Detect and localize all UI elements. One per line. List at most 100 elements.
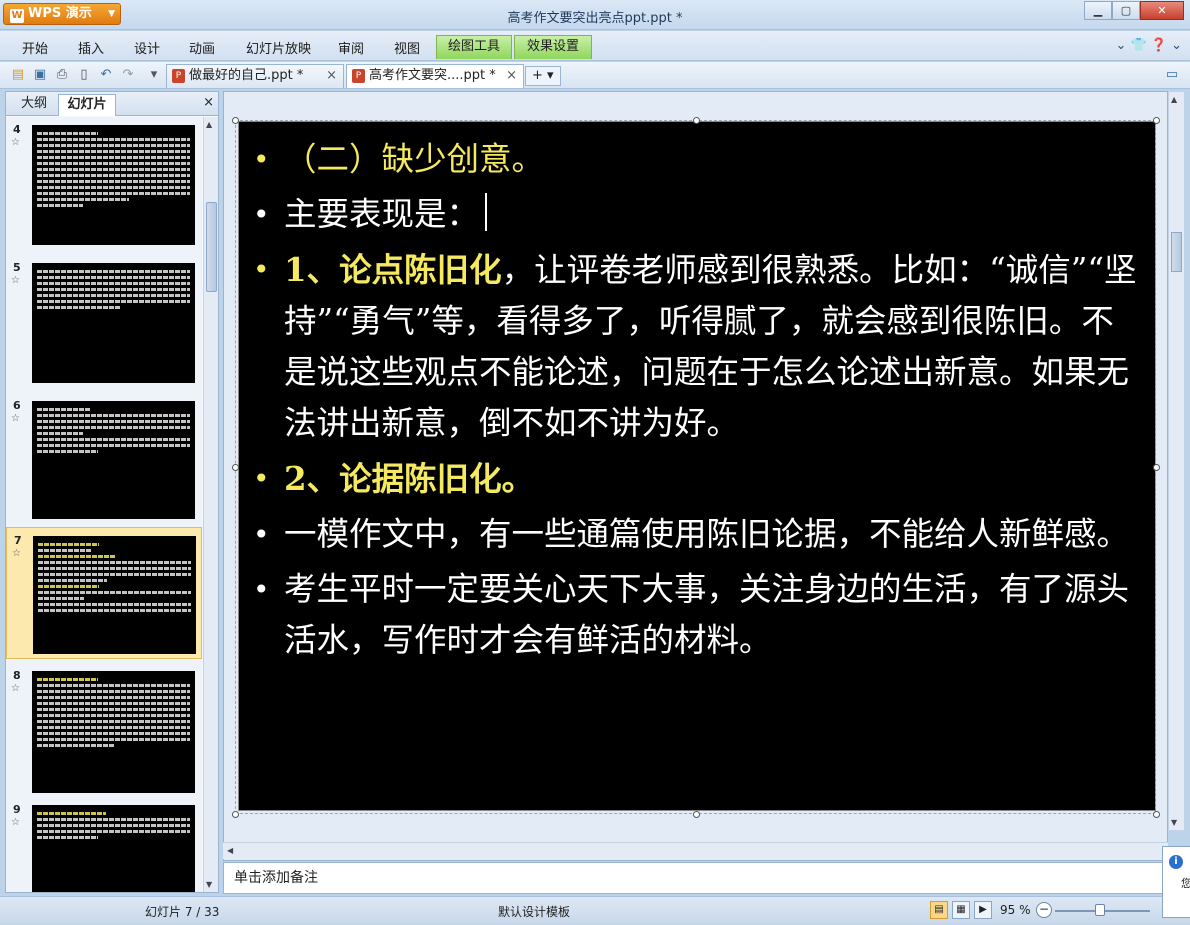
thumbnail-preview [32,125,195,245]
ppt-file-icon: P [172,69,185,83]
notes-field[interactable]: 单击添加备注 [223,862,1168,894]
tab-effect-settings[interactable]: 效果设置 [514,35,592,59]
slide-thumbnail[interactable]: 9 ☆ [6,797,202,892]
bullet-5: 一模作文中，有一些通篇使用陈旧论据，不能给人新鲜感。 [251,509,1141,560]
menu-slideshow[interactable]: 幻灯片放映 [246,38,311,57]
resize-handle[interactable] [1153,117,1160,124]
slide-number: 9 [13,803,21,816]
star-icon: ☆ [12,548,21,559]
scroll-up-icon[interactable]: ▲ [206,120,212,129]
bullet-2: 主要表现是： [251,189,1141,240]
window-controls: ▁ ▢ ✕ [1084,1,1184,20]
heading-text: （二）缺少创意。 [284,140,545,178]
doc-tab-2[interactable]: P 高考作文要突....ppt * × [346,64,524,88]
star-icon: ☆ [11,817,20,828]
slides-panel: 大纲 幻灯片 × 4 ☆ 5 ☆ 6 ☆ 7 ☆ 8 ☆ 9 ☆ ▲ ▼ [5,91,219,893]
resize-handle[interactable] [232,117,239,124]
print-preview-icon[interactable]: ▯ [76,67,92,83]
new-tab-button[interactable]: + ▾ [525,66,561,86]
tab-outline[interactable]: 大纲 [12,94,56,116]
thumbnail-preview [32,401,195,519]
close-tab-icon[interactable]: × [326,65,337,87]
doc-tab-2-label: 高考作文要突....ppt * [369,68,496,83]
slide-thumbnail[interactable]: 6 ☆ [6,393,202,523]
window-title: 高考作文要突出亮点ppt.ppt * [507,11,683,26]
close-icon[interactable]: × [203,95,214,110]
thumbnail-preview [32,805,195,892]
slide-text-box[interactable]: （二）缺少创意。 主要表现是： 1、论点陈旧化，让评卷老师感到很熟悉。比如：“诚… [251,134,1141,670]
tab-drawing-tools[interactable]: 绘图工具 [436,35,512,59]
customize-toolbar-icon[interactable]: ▾ [146,67,162,83]
star-icon: ☆ [11,137,20,148]
thumbnail-preview [32,671,195,793]
point-2-heading: 2、论据陈旧化。 [284,459,535,498]
notification-popup[interactable]: i 您 [1162,846,1190,918]
print-icon[interactable]: ⎙ [54,67,70,83]
thumbnail-scrollbar[interactable]: ▲ ▼ [203,117,218,892]
editor-vertical-scrollbar[interactable]: ▲ ▼ [1168,91,1185,831]
menu-review[interactable]: 审阅 [338,38,364,57]
slide-number: 4 [13,123,21,136]
slide-number: 7 [14,534,22,547]
scrollbar-thumb[interactable] [206,202,217,292]
design-template-name: 默认设计模板 [498,905,571,919]
menu-insert[interactable]: 插入 [78,38,104,57]
ppt-file-icon: P [352,69,365,83]
slideshow-play-icon[interactable]: ▶ [974,901,992,919]
star-icon: ☆ [11,275,20,286]
resize-handle[interactable] [1153,464,1160,471]
thumbnail-preview [32,263,195,383]
info-icon: i [1169,855,1183,869]
menu-view[interactable]: 视图 [394,38,420,57]
slide-sorter-icon[interactable]: ▦ [952,901,970,919]
menu-home[interactable]: 开始 [22,38,48,57]
slide-canvas[interactable]: （二）缺少创意。 主要表现是： 1、论点陈旧化，让评卷老师感到很熟悉。比如：“诚… [238,121,1156,811]
close-tab-icon[interactable]: × [506,65,517,87]
slide-editor: （二）缺少创意。 主要表现是： 1、论点陈旧化，让评卷老师感到很熟悉。比如：“诚… [223,91,1168,861]
open-folder-icon[interactable]: ▤ [10,67,26,83]
popup-text: 您 [1181,877,1190,890]
help-icons[interactable]: ⌄ 👕 ❓ ⌄ [1115,38,1182,53]
zoom-out-icon[interactable]: − [1036,902,1052,918]
tab-slides[interactable]: 幻灯片 [58,94,116,116]
point-2-body: 一模作文中，有一些通篇使用陈旧论据，不能给人新鲜感。 [284,515,1130,553]
editor-horizontal-scrollbar[interactable]: ◀ [223,842,1168,859]
close-window-button[interactable]: ✕ [1140,1,1184,20]
scroll-up-icon[interactable]: ▲ [1171,95,1177,104]
bullet-3: 1、论点陈旧化，让评卷老师感到很熟悉。比如：“诚信”“坚持”“勇气”等，看得多了… [251,244,1141,449]
slide-thumbnail[interactable]: 5 ☆ [6,255,202,393]
scroll-down-icon[interactable]: ▼ [1171,818,1177,827]
normal-view-icon[interactable]: ▤ [930,901,948,919]
scrollbar-thumb[interactable] [1171,232,1182,272]
slide-thumbnail[interactable]: 4 ☆ [6,117,202,255]
quick-toolbar: ▤ ▣ ⎙ ▯ ↶ ↷ ▾ P 做最好的自己.ppt * × P 高考作文要突.… [0,62,1190,89]
slide-counter: 幻灯片 7 / 33 [145,905,220,919]
thumbnail-preview [33,536,196,654]
resize-handle[interactable] [1153,811,1160,818]
resize-handle[interactable] [232,464,239,471]
scroll-down-icon[interactable]: ▼ [206,880,212,889]
point-1-heading: 1、论点陈旧化 [284,250,502,289]
zoom-slider-knob[interactable] [1095,904,1105,916]
doc-tab-1[interactable]: P 做最好的自己.ppt * × [166,64,344,88]
menu-design[interactable]: 设计 [134,38,160,57]
advice-text: 考生平时一定要关心天下大事，关注身边的生活，有了源头活水，写作时才会有鲜活的材料… [284,570,1130,659]
undo-icon[interactable]: ↶ [98,67,114,83]
scroll-left-icon[interactable]: ◀ [227,846,233,855]
layout-toggle-icon[interactable]: ▭ [1164,67,1180,83]
star-icon: ☆ [11,683,20,694]
menu-animation[interactable]: 动画 [189,38,215,57]
maximize-button[interactable]: ▢ [1112,1,1140,20]
thumbnail-list: 4 ☆ 5 ☆ 6 ☆ 7 ☆ 8 ☆ 9 ☆ [6,117,202,892]
title-bar: W WPS 演示 ▼ 高考作文要突出亮点ppt.ppt * ▁ ▢ ✕ [0,0,1190,30]
minimize-button[interactable]: ▁ [1084,1,1112,20]
resize-handle[interactable] [693,117,700,124]
slide-number: 8 [13,669,21,682]
slide-thumbnail-selected[interactable]: 7 ☆ [6,527,202,659]
slide-thumbnail[interactable]: 8 ☆ [6,663,202,797]
save-icon[interactable]: ▣ [32,67,48,83]
text-caret [485,193,488,231]
resize-handle[interactable] [693,811,700,818]
redo-icon[interactable]: ↷ [120,67,136,83]
resize-handle[interactable] [232,811,239,818]
